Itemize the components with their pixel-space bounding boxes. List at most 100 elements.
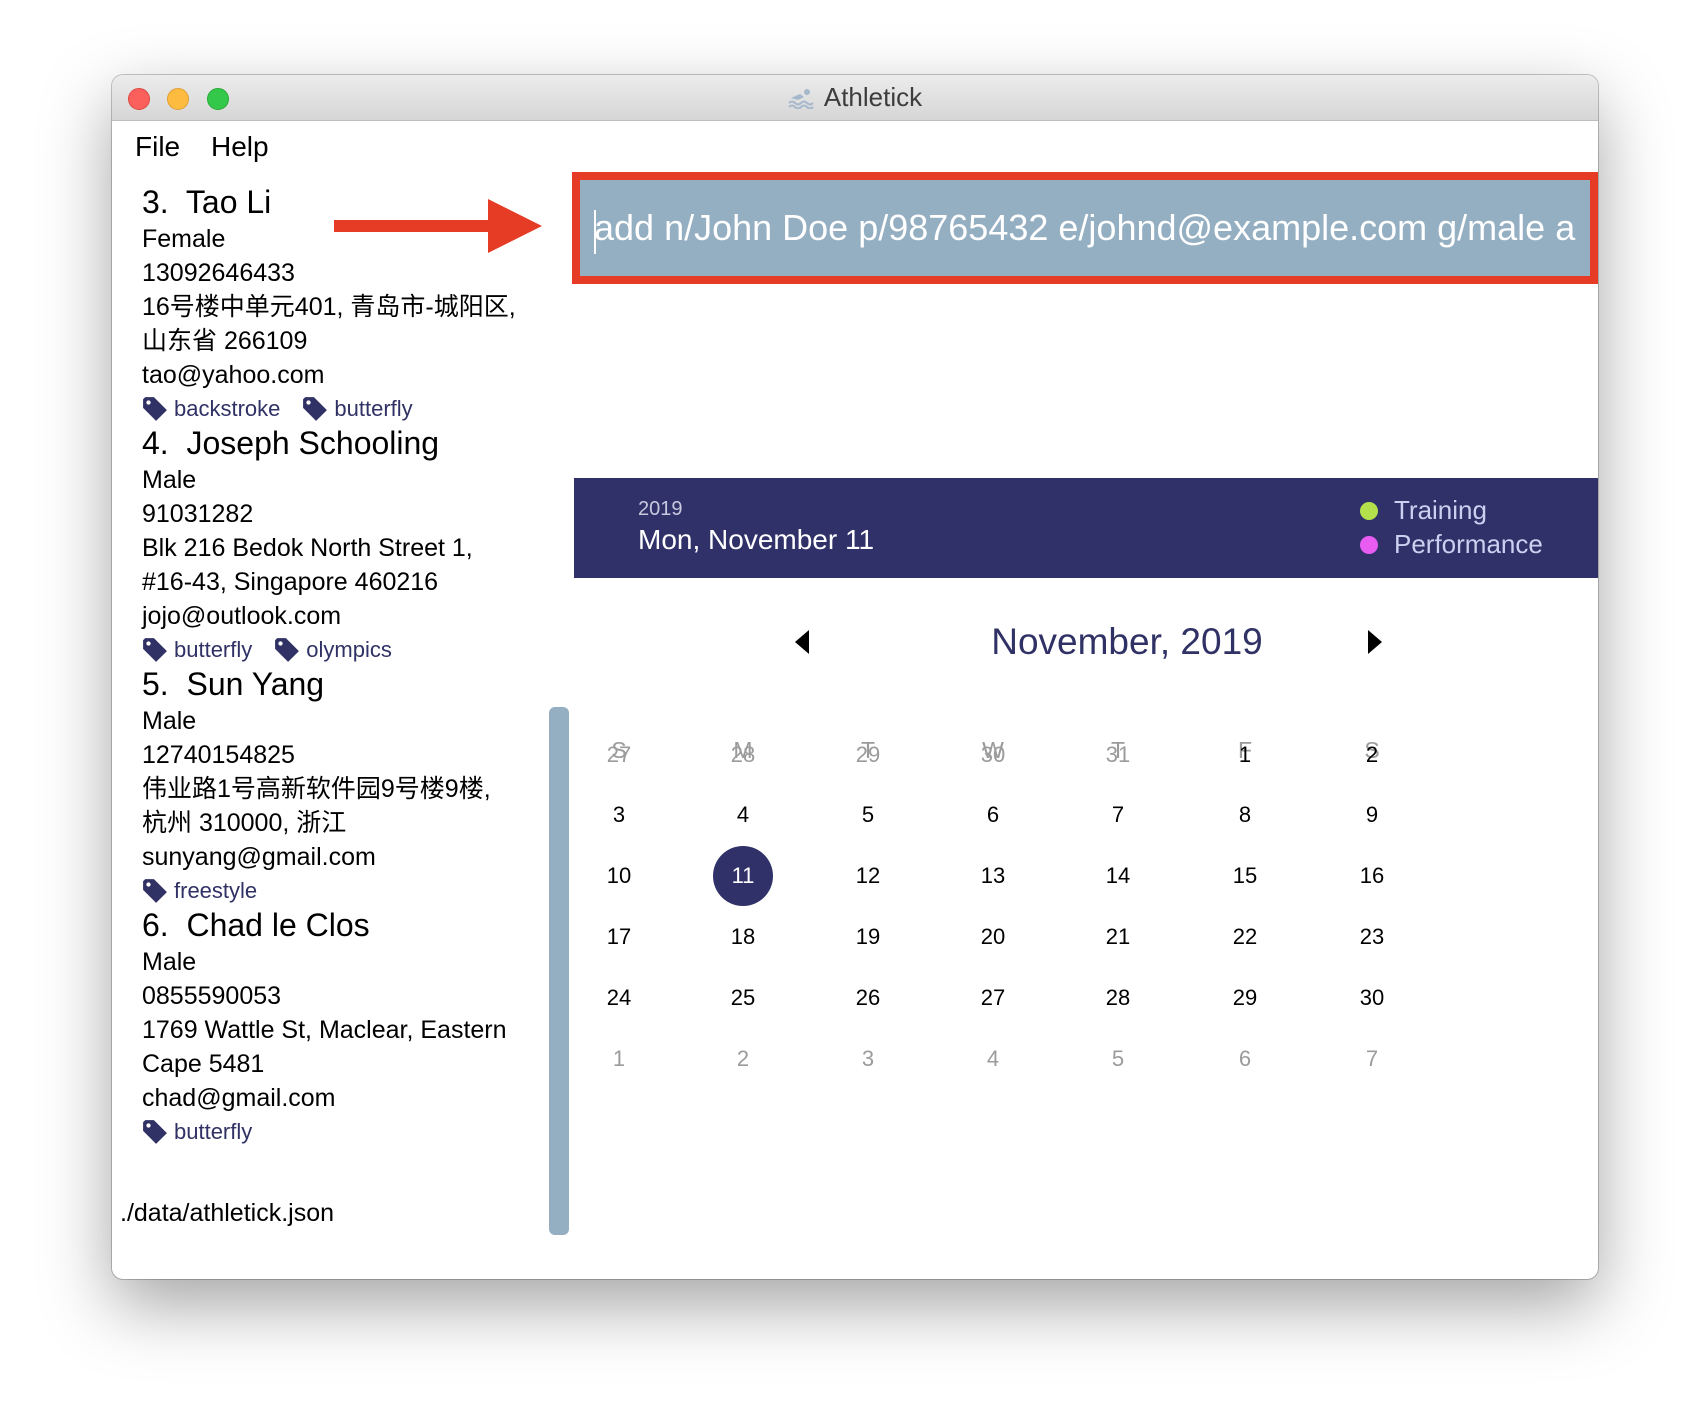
- person-phone: 0855590053: [142, 982, 282, 1010]
- person-address: 山东省 266109: [142, 327, 308, 355]
- swimmer-icon: [788, 88, 814, 109]
- calendar-day[interactable]: 29: [1215, 968, 1275, 1028]
- calendar-day[interactable]: 4: [713, 785, 773, 845]
- tag: freestyle: [142, 876, 257, 906]
- person-address: #16-43, Singapore 460216: [142, 568, 439, 596]
- tag: olympics: [274, 635, 392, 665]
- tag: butterfly: [142, 635, 252, 665]
- person-phone: 13092646433: [142, 259, 295, 287]
- calendar-day-selected[interactable]: 11: [713, 846, 773, 906]
- legend-item-performance: Performance: [1360, 529, 1543, 560]
- person-tags: butterfly olympics: [142, 635, 552, 665]
- app-window: Athletick File Help 3. Tao Li Female 130…: [112, 75, 1598, 1279]
- tag-icon: [143, 638, 167, 662]
- person-address: 杭州 310000, 浙江: [142, 809, 347, 837]
- calendar-day[interactable]: 1: [589, 1029, 649, 1089]
- person-card[interactable]: 5. Sun Yang Male 12740154825 伟业路1号高新软件园9…: [142, 664, 552, 906]
- status-file-path: ./data/athletick.json: [120, 1199, 335, 1227]
- training-dot-icon: [1360, 501, 1378, 520]
- calendar-day[interactable]: 2: [1342, 725, 1402, 785]
- person-list-scrollbar[interactable]: [549, 707, 569, 1235]
- person-tags: freestyle: [142, 876, 552, 906]
- person-address: 伟业路1号高新软件园9号楼9楼,: [142, 775, 491, 803]
- calendar-day[interactable]: 20: [963, 907, 1023, 967]
- next-month-button[interactable]: [1364, 628, 1386, 656]
- person-tags: backstroke butterfly: [142, 394, 552, 424]
- person-email: tao@yahoo.com: [142, 361, 325, 389]
- calendar-day[interactable]: 12: [838, 846, 898, 906]
- calendar-day[interactable]: 17: [589, 907, 649, 967]
- calendar-day[interactable]: 5: [838, 785, 898, 845]
- calendar-day[interactable]: 4: [963, 1029, 1023, 1089]
- calendar-day[interactable]: 26: [838, 968, 898, 1028]
- selected-year: 2019: [638, 498, 683, 520]
- command-box: [572, 172, 1598, 284]
- calendar-day[interactable]: 7: [1342, 1029, 1402, 1089]
- person-address: 16号楼中单元401, 青岛市-城阳区,: [142, 293, 516, 321]
- calendar-day[interactable]: 27: [963, 968, 1023, 1028]
- person-gender: Male: [142, 707, 197, 735]
- calendar-day[interactable]: 30: [963, 725, 1023, 785]
- person-card[interactable]: 4. Joseph Schooling Male 91031282 Blk 21…: [142, 423, 552, 665]
- person-name: 6. Chad le Clos: [142, 907, 370, 943]
- calendar-day[interactable]: 5: [1088, 1029, 1148, 1089]
- calendar-day[interactable]: 13: [963, 846, 1023, 906]
- tag-icon: [143, 397, 167, 421]
- person-email: sunyang@gmail.com: [142, 843, 376, 871]
- text-caret: [594, 210, 596, 254]
- calendar-day[interactable]: 24: [589, 968, 649, 1028]
- calendar-day[interactable]: 3: [589, 785, 649, 845]
- calendar-day[interactable]: 30: [1342, 968, 1402, 1028]
- performance-dot-icon: [1360, 535, 1378, 554]
- calendar-day[interactable]: 27: [589, 725, 649, 785]
- person-address: Blk 216 Bedok North Street 1,: [142, 534, 473, 562]
- calendar-day[interactable]: 22: [1215, 907, 1275, 967]
- calendar-day[interactable]: 6: [1215, 1029, 1275, 1089]
- month-title: November, 2019: [991, 621, 1263, 662]
- calendar-day[interactable]: 25: [713, 968, 773, 1028]
- person-name: 5. Sun Yang: [142, 666, 325, 702]
- calendar-day[interactable]: 29: [838, 725, 898, 785]
- selected-date: Mon, November 11: [638, 524, 875, 555]
- tag: butterfly: [142, 1117, 252, 1147]
- calendar-day[interactable]: 2: [713, 1029, 773, 1089]
- command-input[interactable]: [594, 196, 1584, 260]
- person-address: 1769 Wattle St, Maclear, Eastern: [142, 1016, 507, 1044]
- calendar-day[interactable]: 28: [713, 725, 773, 785]
- person-email: jojo@outlook.com: [142, 602, 342, 630]
- calendar-day[interactable]: 6: [963, 785, 1023, 845]
- calendar-day[interactable]: 18: [713, 907, 773, 967]
- calendar-day[interactable]: 7: [1088, 785, 1148, 845]
- person-list[interactable]: 3. Tao Li Female 13092646433 16号楼中单元401,…: [112, 179, 552, 1219]
- calendar-day[interactable]: 1: [1215, 725, 1275, 785]
- calendar-day[interactable]: 19: [838, 907, 898, 967]
- person-email: chad@gmail.com: [142, 1084, 336, 1112]
- person-name: 4. Joseph Schooling: [142, 425, 440, 461]
- menu-help[interactable]: Help: [211, 131, 269, 163]
- calendar-day[interactable]: 8: [1215, 785, 1275, 845]
- calendar-day[interactable]: 23: [1342, 907, 1402, 967]
- calendar-day[interactable]: 3: [838, 1029, 898, 1089]
- calendar-day[interactable]: 14: [1088, 846, 1148, 906]
- tag-icon: [275, 638, 300, 662]
- calendar-day[interactable]: 28: [1088, 968, 1148, 1028]
- tag: butterfly: [302, 394, 413, 424]
- calendar-day[interactable]: 15: [1215, 846, 1275, 906]
- calendar-day[interactable]: 10: [589, 846, 649, 906]
- tag-icon: [143, 879, 167, 903]
- person-gender: Male: [142, 948, 197, 976]
- person-tags: butterfly: [142, 1117, 552, 1147]
- tag-icon: [303, 397, 328, 421]
- title-bar: Athletick: [112, 75, 1598, 121]
- person-card[interactable]: 6. Chad le Clos Male 0855590053 1769 Wat…: [142, 905, 552, 1147]
- tag: backstroke: [142, 394, 280, 424]
- previous-month-button[interactable]: [791, 628, 813, 656]
- person-gender: Male: [142, 466, 197, 494]
- calendar-day[interactable]: 16: [1342, 846, 1402, 906]
- person-address: Cape 5481: [142, 1050, 265, 1078]
- calendar-day[interactable]: 31: [1088, 725, 1148, 785]
- person-phone: 12740154825: [142, 741, 295, 769]
- calendar-day[interactable]: 9: [1342, 785, 1402, 845]
- calendar-day[interactable]: 21: [1088, 907, 1148, 967]
- menu-file[interactable]: File: [135, 131, 180, 163]
